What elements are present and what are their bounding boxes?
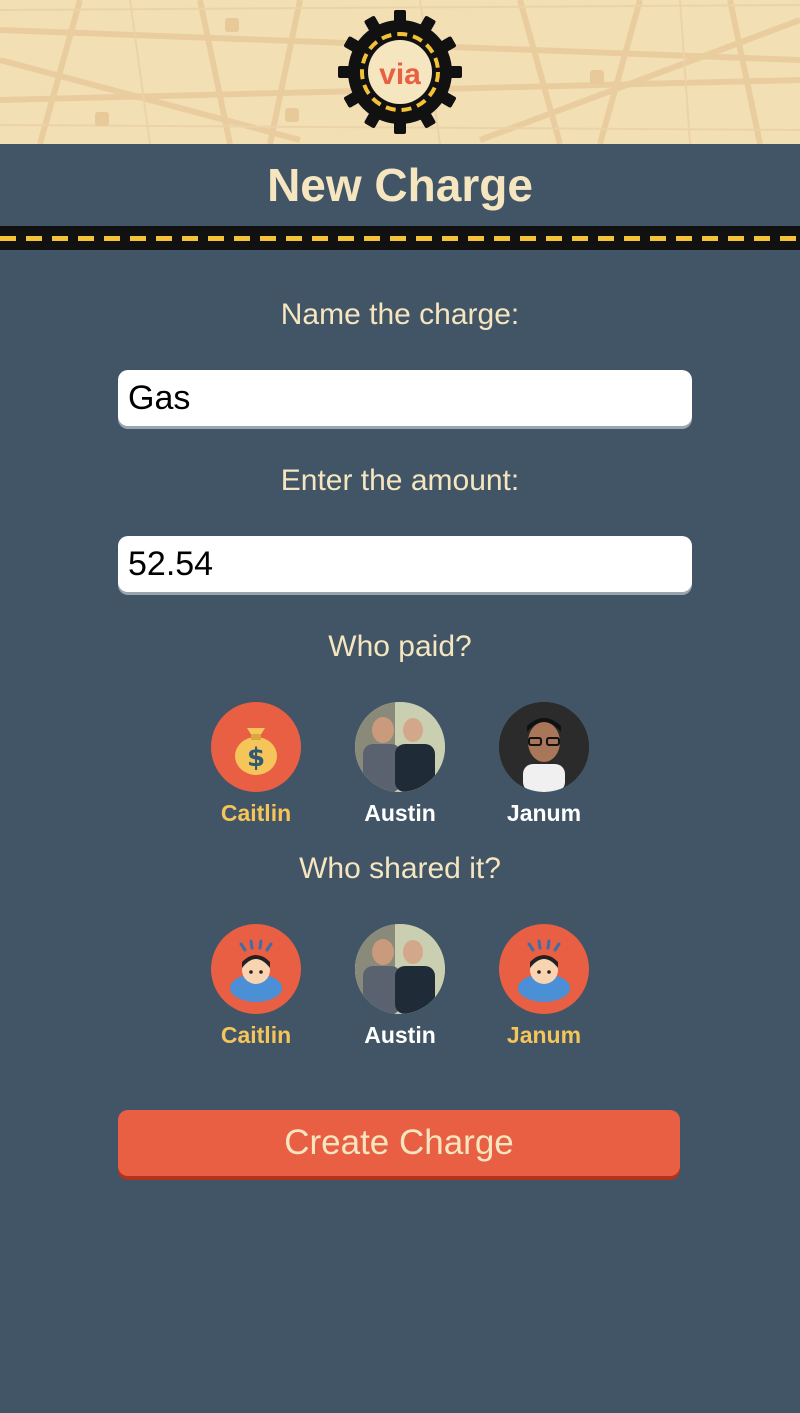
group-photo	[355, 924, 445, 1014]
avatar: $	[211, 702, 301, 792]
avatar	[499, 702, 589, 792]
amount-label: Enter the amount:	[280, 464, 520, 497]
who-paid-label: Who paid?	[328, 630, 472, 663]
sharer-name: Janum	[506, 1022, 582, 1048]
avatar	[211, 924, 301, 1014]
payer-caitlin[interactable]: $ Caitlin	[196, 702, 316, 827]
charge-name-label: Name the charge:	[280, 298, 520, 331]
group-photo	[355, 702, 445, 792]
who-shared-label: Who shared it?	[299, 852, 501, 885]
page-title: New Charge	[267, 159, 533, 211]
svg-text:via: via	[379, 58, 421, 91]
sharer-list: Caitlin Austin Janum	[0, 924, 800, 1054]
payer-name: Caitlin	[220, 800, 292, 826]
sharer-janum[interactable]: Janum	[484, 924, 604, 1049]
payer-janum[interactable]: Janum	[484, 702, 604, 827]
map-banner: via	[0, 0, 800, 144]
charge-name-input[interactable]: Gas	[118, 370, 692, 426]
sharer-austin[interactable]: Austin	[340, 924, 460, 1049]
person-bowing-icon	[518, 939, 570, 1002]
sharer-caitlin[interactable]: Caitlin	[196, 924, 316, 1049]
money-bag-icon: $	[235, 728, 277, 775]
payer-list: $ Caitlin Austin Janum	[0, 702, 800, 832]
man-photo	[499, 702, 589, 792]
create-charge-button[interactable]: Create Charge	[118, 1110, 680, 1176]
person-bowing-icon	[230, 939, 282, 1002]
avatar	[499, 924, 589, 1014]
avatar	[355, 924, 445, 1014]
avatar	[355, 702, 445, 792]
via-logo: via	[338, 10, 462, 134]
sharer-name: Austin	[364, 1022, 436, 1048]
svg-text:$: $	[247, 743, 265, 773]
payer-name: Janum	[506, 800, 582, 826]
payer-austin[interactable]: Austin	[340, 702, 460, 827]
title-bar: New Charge	[0, 144, 800, 228]
payer-name: Austin	[364, 800, 436, 826]
amount-input[interactable]: 52.54	[118, 536, 692, 592]
road-dash-line	[0, 236, 800, 241]
sharer-name: Caitlin	[220, 1022, 292, 1048]
road-divider	[0, 226, 800, 250]
